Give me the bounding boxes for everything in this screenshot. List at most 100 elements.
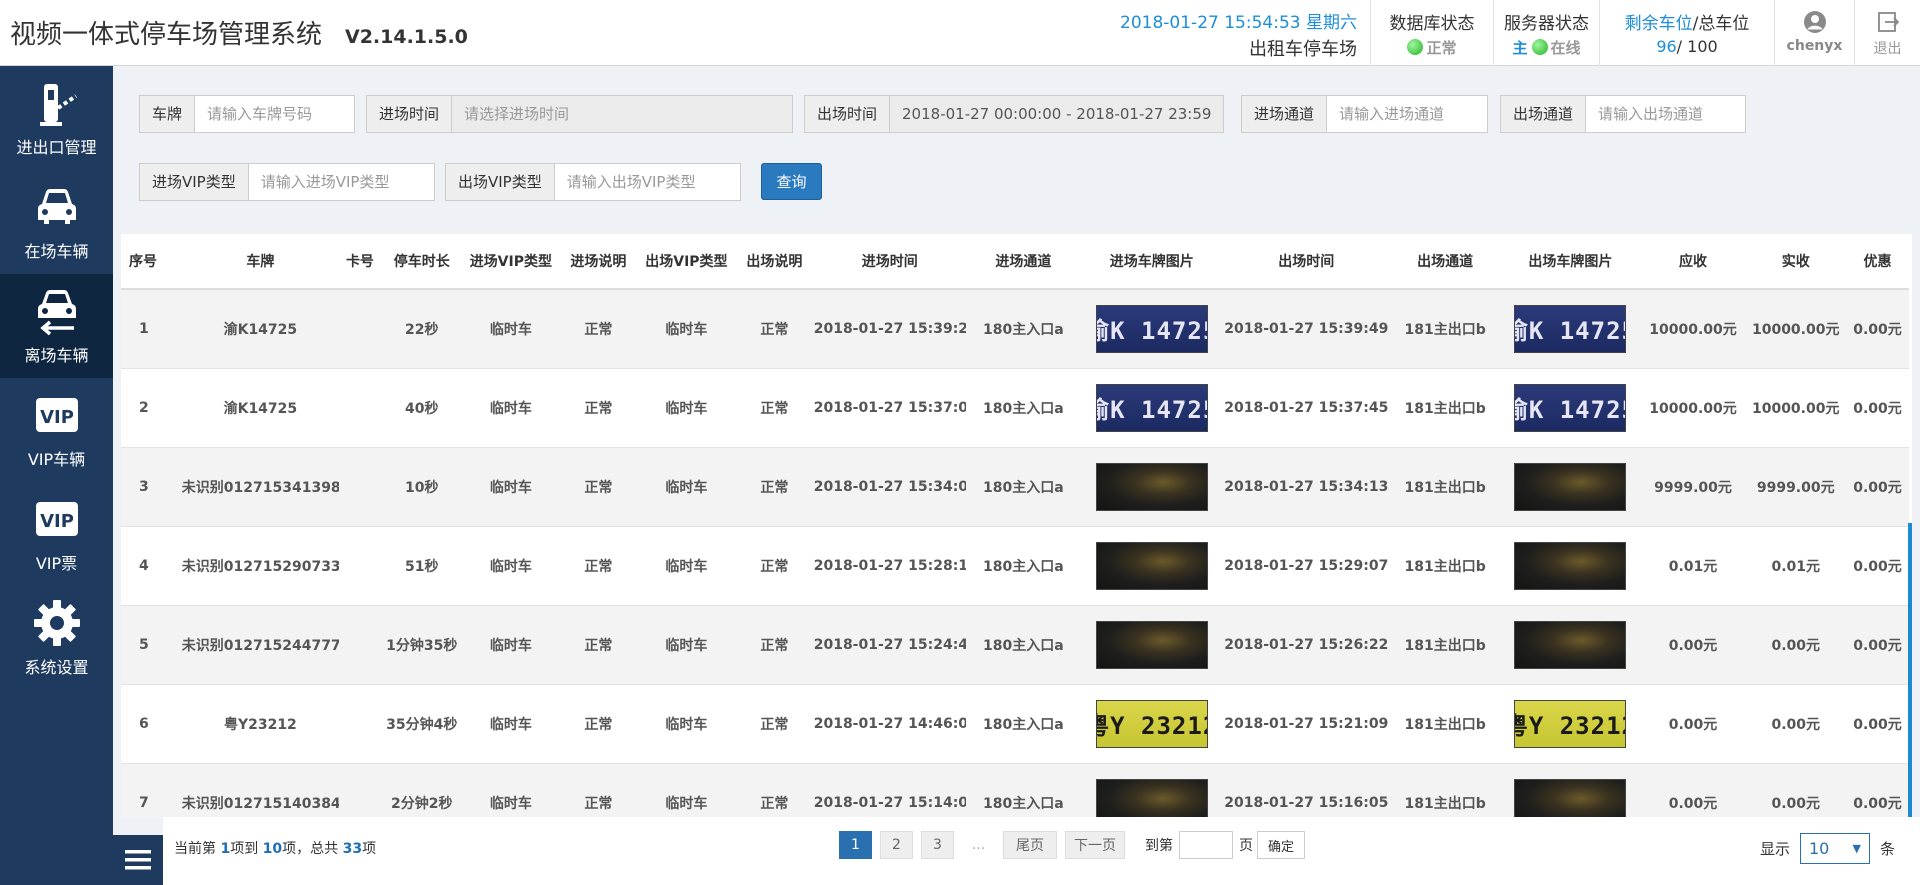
cell-entry-time: 2018-01-27 15:34:03	[813, 447, 966, 527]
page-button-3[interactable]: 3	[921, 831, 954, 859]
sidebar-item-system-settings[interactable]: 系统设置	[0, 586, 113, 690]
sidebar: 进出口管理 在场车辆 离场车辆 VIP VIP车辆 VIP VIP票 系统设置	[0, 66, 113, 885]
cell-plate: 渝K14725	[181, 289, 339, 369]
range-from: 1	[220, 841, 231, 857]
search-button[interactable]: 查询	[761, 163, 822, 200]
last-page-button[interactable]: 尾页	[1003, 831, 1057, 859]
exit-plate-image	[1500, 526, 1641, 606]
page-button-1[interactable]: 1	[839, 831, 872, 859]
vip-ticket-icon: VIP	[35, 502, 78, 536]
page-size-select[interactable]: 10 ▼	[1799, 833, 1870, 864]
cell-exit-time: 2018-01-27 15:29:07	[1222, 526, 1391, 606]
sidebar-item-vip-tickets[interactable]: VIP VIP票	[0, 482, 113, 586]
table-row[interactable]: 4 未识别0127152907333 51秒 临时车 正常 临时车 正常 2018-01-27…	[121, 526, 1909, 606]
plate-photo[interactable]	[1095, 541, 1208, 590]
cell-exit-vip: 临时车	[637, 368, 736, 448]
cell-exit-lane: 181主出口b	[1390, 368, 1501, 448]
column-header: 进场车牌图片	[1080, 234, 1223, 290]
column-header: 出场说明	[735, 234, 814, 290]
plate-photo-text: 粤Y 23212	[1097, 712, 1207, 740]
user-menu[interactable]: chenyx	[1774, 0, 1854, 66]
entry-lane-label: 进场通道	[1242, 96, 1328, 132]
table-row[interactable]: 6 粤Y23212 35分钟4秒 临时车 正常 临时车 正常 2018-01-27 14:46…	[121, 684, 1909, 764]
table-row[interactable]: 1 渝K14725 22秒 临时车 正常 临时车 正常 2018-01-27 15:39:27…	[121, 289, 1909, 369]
plate-photo[interactable]: 渝K 14725	[1095, 383, 1208, 432]
range-to: 10	[262, 841, 283, 857]
exit-lane-filter: 出场通道	[1500, 95, 1746, 133]
table-row[interactable]: 2 渝K14725 40秒 临时车 正常 临时车 正常 2018-01-27 15:37:05…	[121, 368, 1909, 448]
exit-vip-label: 出场VIP类型	[446, 164, 555, 200]
cell-seq: 1	[121, 289, 182, 369]
logout-button[interactable]: 退出	[1854, 0, 1920, 66]
top-header: 视频一体式停车场管理系统 V2.14.1.5.0 2018-01-27 15:5…	[0, 0, 1920, 66]
cell-entry-note: 正常	[559, 763, 638, 817]
cell-card	[338, 368, 381, 448]
sidebar-item-departed-vehicles[interactable]: 离场车辆	[0, 274, 113, 378]
entry-plate-image: 渝K 14725	[1080, 368, 1223, 448]
plate-photo[interactable]: 粤Y 23212	[1095, 699, 1208, 748]
cell-exit-note: 正常	[735, 684, 814, 764]
plate-photo-text: 渝K 14725	[1515, 396, 1625, 424]
user-avatar-icon	[1803, 11, 1826, 33]
column-header: 应收	[1640, 234, 1746, 290]
plate-photo[interactable]: 渝K 14725	[1514, 383, 1627, 432]
cell-seq: 3	[121, 447, 182, 527]
plate-photo-text: 渝K 14725	[1097, 396, 1207, 424]
goto-confirm-button[interactable]: 确定	[1257, 831, 1306, 859]
pagination-bar: 当前第 1项到 10项，总共 33项 1 2 3 ... 尾页 下一页 到第 页…	[163, 817, 1920, 885]
main-content: 车牌 进场时间 出场时间 进场通道 出场通道 进场VIP类型 出场VIP类型 查…	[113, 66, 1920, 885]
exit-vip-input[interactable]	[554, 164, 740, 200]
page-button-2[interactable]: 2	[880, 831, 913, 859]
entry-time-input[interactable]	[452, 96, 792, 132]
menu-toggle-button[interactable]	[113, 835, 163, 885]
current-datetime: 2018-01-27 15:54:53 星期六	[1120, 13, 1357, 33]
sidebar-item-vehicles-in-lot[interactable]: 在场车辆	[0, 170, 113, 274]
plate-photo[interactable]	[1514, 462, 1627, 511]
table-row[interactable]: 3 未识别0127153413989 10秒 临时车 正常 临时车 正常 2018-01-27…	[121, 447, 1909, 527]
plate-photo-text: 渝K 14725	[1515, 317, 1625, 346]
cell-exit-lane: 181主出口b	[1390, 605, 1501, 685]
status-ok-icon	[1407, 39, 1424, 55]
goto-page-input[interactable]	[1179, 831, 1233, 859]
entry-vip-input[interactable]	[248, 164, 434, 200]
cell-plate: 粤Y23212	[181, 684, 339, 764]
sidebar-item-label: VIP票	[35, 554, 78, 573]
plate-photo[interactable]: 粤Y 23212	[1514, 699, 1627, 748]
cell-receivable: 0.01元	[1640, 526, 1746, 606]
table-row[interactable]: 5 未识别0127152447771 1分钟35秒 临时车 正常 临时车 正常 2018-01…	[121, 605, 1909, 685]
cell-card	[338, 605, 381, 685]
cell-received: 0.00元	[1745, 605, 1847, 685]
plate-photo[interactable]: 渝K 14725	[1095, 304, 1208, 353]
next-page-button[interactable]: 下一页	[1065, 831, 1125, 859]
server-status-label: 服务器状态	[1504, 14, 1589, 34]
entry-time-label: 进场时间	[367, 96, 453, 132]
cell-entry-lane: 180主入口a	[965, 289, 1081, 369]
plate-photo[interactable]	[1095, 462, 1208, 511]
sidebar-item-vip-vehicles[interactable]: VIP VIP车辆	[0, 378, 113, 482]
cell-exit-time: 2018-01-27 15:34:13	[1222, 447, 1391, 527]
table-body: 1 渝K14725 22秒 临时车 正常 临时车 正常 2018-01-27 15:39:27…	[121, 289, 1909, 817]
plate-photo[interactable]	[1514, 620, 1627, 669]
exit-lane-input[interactable]	[1586, 96, 1745, 132]
cell-exit-note: 正常	[735, 368, 814, 448]
page-size-unit: 条	[1879, 840, 1895, 858]
db-status-value: 正常	[1426, 39, 1457, 57]
cell-seq: 6	[121, 684, 182, 764]
table-scrollbar[interactable]	[1908, 523, 1912, 817]
table-row[interactable]: 7 未识别0127151403847 2分钟2秒 临时车 正常 临时车 正常 2018-01-…	[121, 763, 1909, 817]
plate-input[interactable]	[195, 96, 354, 132]
plate-photo[interactable]	[1095, 620, 1208, 669]
cell-discount: 0.00元	[1846, 289, 1909, 369]
plate-photo[interactable]	[1514, 778, 1627, 817]
column-header: 优惠	[1846, 234, 1909, 290]
plate-photo[interactable]	[1095, 778, 1208, 817]
entry-lane-input[interactable]	[1327, 96, 1487, 132]
cell-seq: 5	[121, 605, 182, 685]
plate-photo[interactable]	[1514, 541, 1627, 590]
cell-received: 10000.00元	[1745, 289, 1847, 369]
entry-vip-label: 进场VIP类型	[140, 164, 249, 200]
sidebar-item-gate-management[interactable]: 进出口管理	[0, 66, 113, 170]
plate-photo[interactable]: 渝K 14725	[1514, 304, 1627, 353]
entry-plate-image: 渝K 14725	[1080, 289, 1223, 369]
exit-time-input[interactable]	[890, 96, 1223, 132]
